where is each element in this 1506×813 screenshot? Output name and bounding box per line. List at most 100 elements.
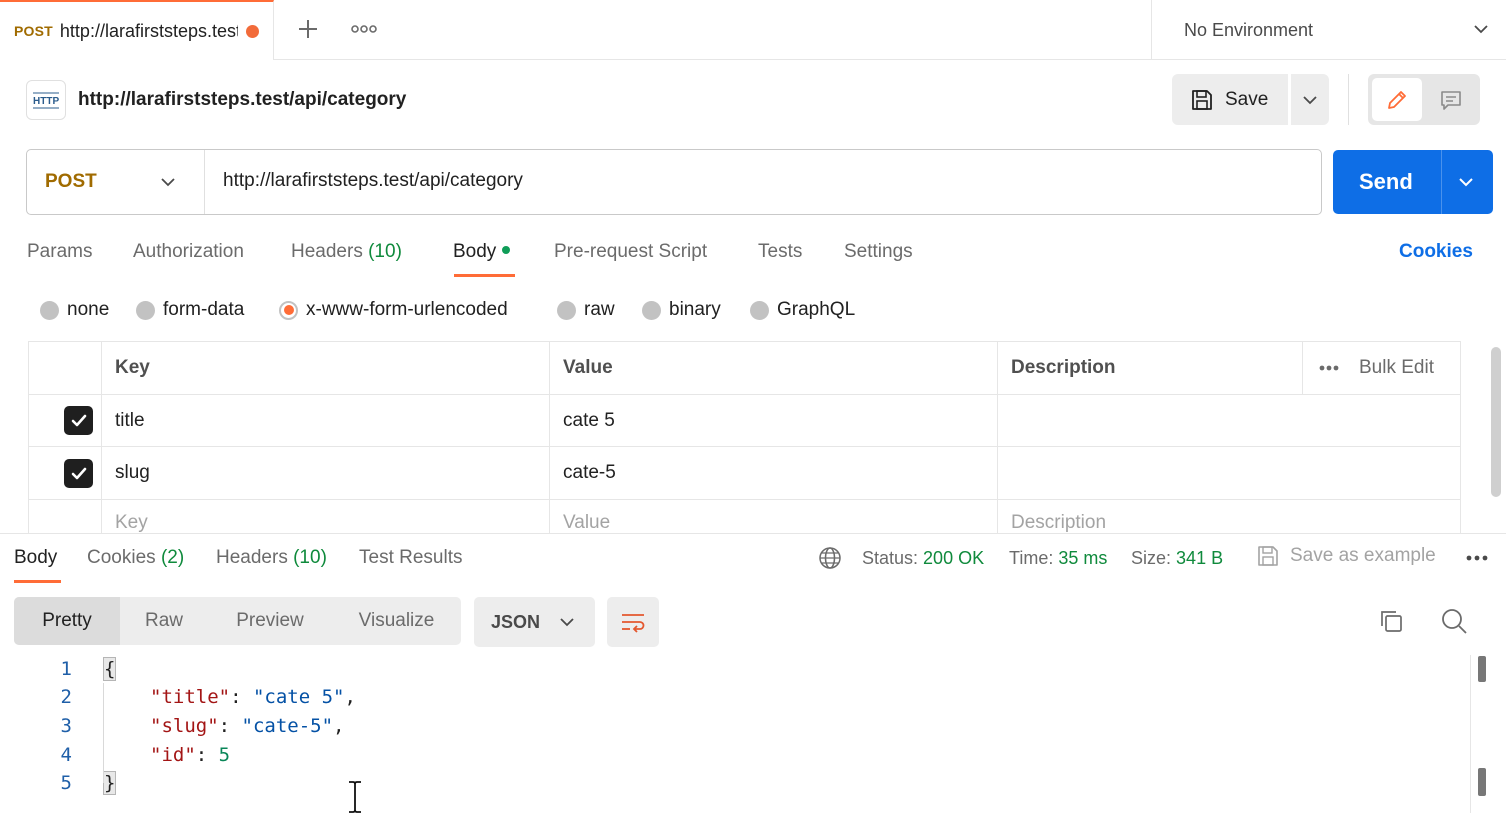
line-number: 2 bbox=[60, 686, 72, 708]
wrap-lines-icon bbox=[622, 614, 645, 633]
globe-icon[interactable] bbox=[818, 546, 842, 575]
view-mode-segmented: Pretty Raw Preview Visualize bbox=[14, 597, 461, 645]
code-line: "slug": "cate-5", bbox=[150, 715, 345, 737]
chevron-down-icon bbox=[1303, 95, 1317, 104]
divider bbox=[0, 533, 1506, 534]
view-preview[interactable]: Preview bbox=[208, 597, 332, 645]
new-tab-button[interactable] bbox=[292, 13, 324, 45]
value-input[interactable]: Value bbox=[549, 500, 997, 533]
active-tab-indicator bbox=[454, 274, 515, 277]
chevron-down-icon[interactable] bbox=[1457, 173, 1475, 191]
url-input[interactable]: http://larafirststeps.test/api/category bbox=[223, 170, 523, 192]
body-type-form-data[interactable]: form-data bbox=[136, 298, 244, 322]
ellipsis-icon[interactable] bbox=[1319, 365, 1339, 371]
copy-icon bbox=[1381, 611, 1402, 632]
column-header-description: Description bbox=[997, 342, 1302, 394]
time-readout[interactable]: Time: 35 ms bbox=[1009, 546, 1107, 570]
view-pretty[interactable]: Pretty bbox=[14, 597, 120, 645]
http-icon: HTTP bbox=[26, 80, 66, 120]
json-string: "cate-5" bbox=[241, 715, 334, 737]
ellipsis-icon bbox=[1466, 555, 1488, 561]
svg-text:HTTP: HTTP bbox=[33, 96, 59, 107]
table-row: slug cate-5 bbox=[29, 447, 1460, 500]
line-number: 4 bbox=[60, 744, 72, 766]
description-input[interactable]: Description bbox=[997, 500, 1460, 533]
scrollbar-thumb[interactable] bbox=[1478, 656, 1486, 682]
tab-params[interactable]: Params bbox=[27, 240, 92, 264]
cookies-link[interactable]: Cookies bbox=[1399, 240, 1473, 264]
edit-mode-button[interactable] bbox=[1372, 78, 1422, 121]
key-cell[interactable]: slug bbox=[101, 447, 549, 499]
chevron-down-icon bbox=[161, 178, 175, 187]
comment-mode-button[interactable] bbox=[1426, 78, 1476, 121]
value-cell[interactable]: cate-5 bbox=[549, 447, 997, 499]
send-label: Send bbox=[1359, 169, 1413, 194]
json-key: "title" bbox=[150, 686, 231, 708]
bulk-edit-link[interactable]: Bulk Edit bbox=[1359, 357, 1434, 379]
response-tab-headers[interactable]: Headers (10) bbox=[216, 546, 327, 570]
status-readout[interactable]: Status: 200 OK bbox=[862, 546, 984, 570]
text-cursor-icon bbox=[345, 780, 365, 813]
save-options-button[interactable] bbox=[1291, 74, 1329, 125]
pencil-icon bbox=[1388, 90, 1406, 109]
tab-authorization[interactable]: Authorization bbox=[133, 240, 244, 264]
tab-body[interactable]: Body bbox=[453, 240, 511, 264]
method-select[interactable]: POST bbox=[27, 150, 205, 214]
scrollbar-track bbox=[1470, 655, 1471, 813]
environment-selector[interactable]: No Environment bbox=[1151, 0, 1506, 60]
line-number: 3 bbox=[60, 715, 72, 737]
code-line: "id": 5 bbox=[150, 744, 231, 766]
response-tab-body[interactable]: Body bbox=[14, 546, 57, 570]
url-bar: POST http://larafirststeps.test/api/cate… bbox=[26, 149, 1322, 215]
body-type-none[interactable]: none bbox=[40, 298, 109, 322]
tab-headers[interactable]: Headers (10) bbox=[291, 240, 402, 264]
tab-tests[interactable]: Tests bbox=[758, 240, 802, 264]
format-select[interactable]: JSON bbox=[474, 597, 595, 647]
search-button[interactable] bbox=[1438, 605, 1470, 637]
row-checkbox[interactable] bbox=[64, 459, 93, 488]
json-brace: { bbox=[102, 657, 117, 681]
json-string: "cate 5" bbox=[252, 686, 345, 708]
key-input[interactable]: Key bbox=[101, 500, 549, 533]
request-tab[interactable]: POST http://larafirststeps.test/api/cate… bbox=[0, 0, 274, 60]
column-header-key: Key bbox=[101, 342, 549, 394]
active-tab-indicator bbox=[14, 580, 61, 583]
description-cell[interactable] bbox=[997, 395, 1460, 446]
scrollbar-thumb[interactable] bbox=[1478, 768, 1486, 796]
view-visualize[interactable]: Visualize bbox=[332, 597, 461, 645]
view-raw[interactable]: Raw bbox=[120, 597, 208, 645]
json-key: "slug" bbox=[150, 715, 219, 737]
scrollbar[interactable] bbox=[1491, 347, 1501, 497]
request-title[interactable]: http://larafirststeps.test/api/category bbox=[78, 86, 406, 114]
code-line: "title": "cate 5", bbox=[150, 686, 356, 708]
indent-guide bbox=[103, 683, 104, 783]
description-cell[interactable] bbox=[997, 447, 1460, 499]
row-checkbox[interactable] bbox=[64, 406, 93, 435]
send-button[interactable]: Send bbox=[1333, 150, 1493, 214]
body-indicator-dot bbox=[502, 245, 511, 254]
request-tab-url: http://larafirststeps.test/api/category bbox=[59, 20, 238, 41]
save-icon bbox=[1192, 89, 1212, 110]
save-as-example-button[interactable]: Save as example bbox=[1256, 544, 1436, 568]
json-number: 5 bbox=[218, 744, 231, 766]
size-readout[interactable]: Size: 341 B bbox=[1131, 546, 1223, 570]
response-body-viewer[interactable]: 1 2 3 4 5 { "title": "cate 5", "slug": "… bbox=[0, 655, 1470, 813]
save-button[interactable]: Save bbox=[1172, 74, 1288, 125]
method-label: POST bbox=[45, 171, 97, 192]
copy-button[interactable] bbox=[1375, 605, 1407, 637]
key-cell[interactable]: title bbox=[101, 395, 549, 446]
tab-settings[interactable]: Settings bbox=[844, 240, 913, 264]
wrap-lines-button[interactable] bbox=[607, 597, 659, 647]
response-tab-cookies[interactable]: Cookies (2) bbox=[87, 546, 184, 570]
body-type-binary[interactable]: binary bbox=[642, 298, 721, 322]
body-type-graphql[interactable]: GraphQL bbox=[750, 298, 855, 322]
body-type-urlencoded[interactable]: x-www-form-urlencoded bbox=[279, 298, 508, 322]
value-cell[interactable]: cate 5 bbox=[549, 395, 997, 446]
response-options-button[interactable] bbox=[1462, 546, 1492, 570]
body-type-raw[interactable]: raw bbox=[557, 298, 615, 322]
checkmark-icon bbox=[71, 467, 86, 479]
json-brace: } bbox=[102, 771, 117, 795]
response-tab-test-results[interactable]: Test Results bbox=[359, 546, 462, 570]
tab-options-button[interactable] bbox=[348, 13, 380, 45]
tab-pre-request-script[interactable]: Pre-request Script bbox=[554, 240, 707, 264]
